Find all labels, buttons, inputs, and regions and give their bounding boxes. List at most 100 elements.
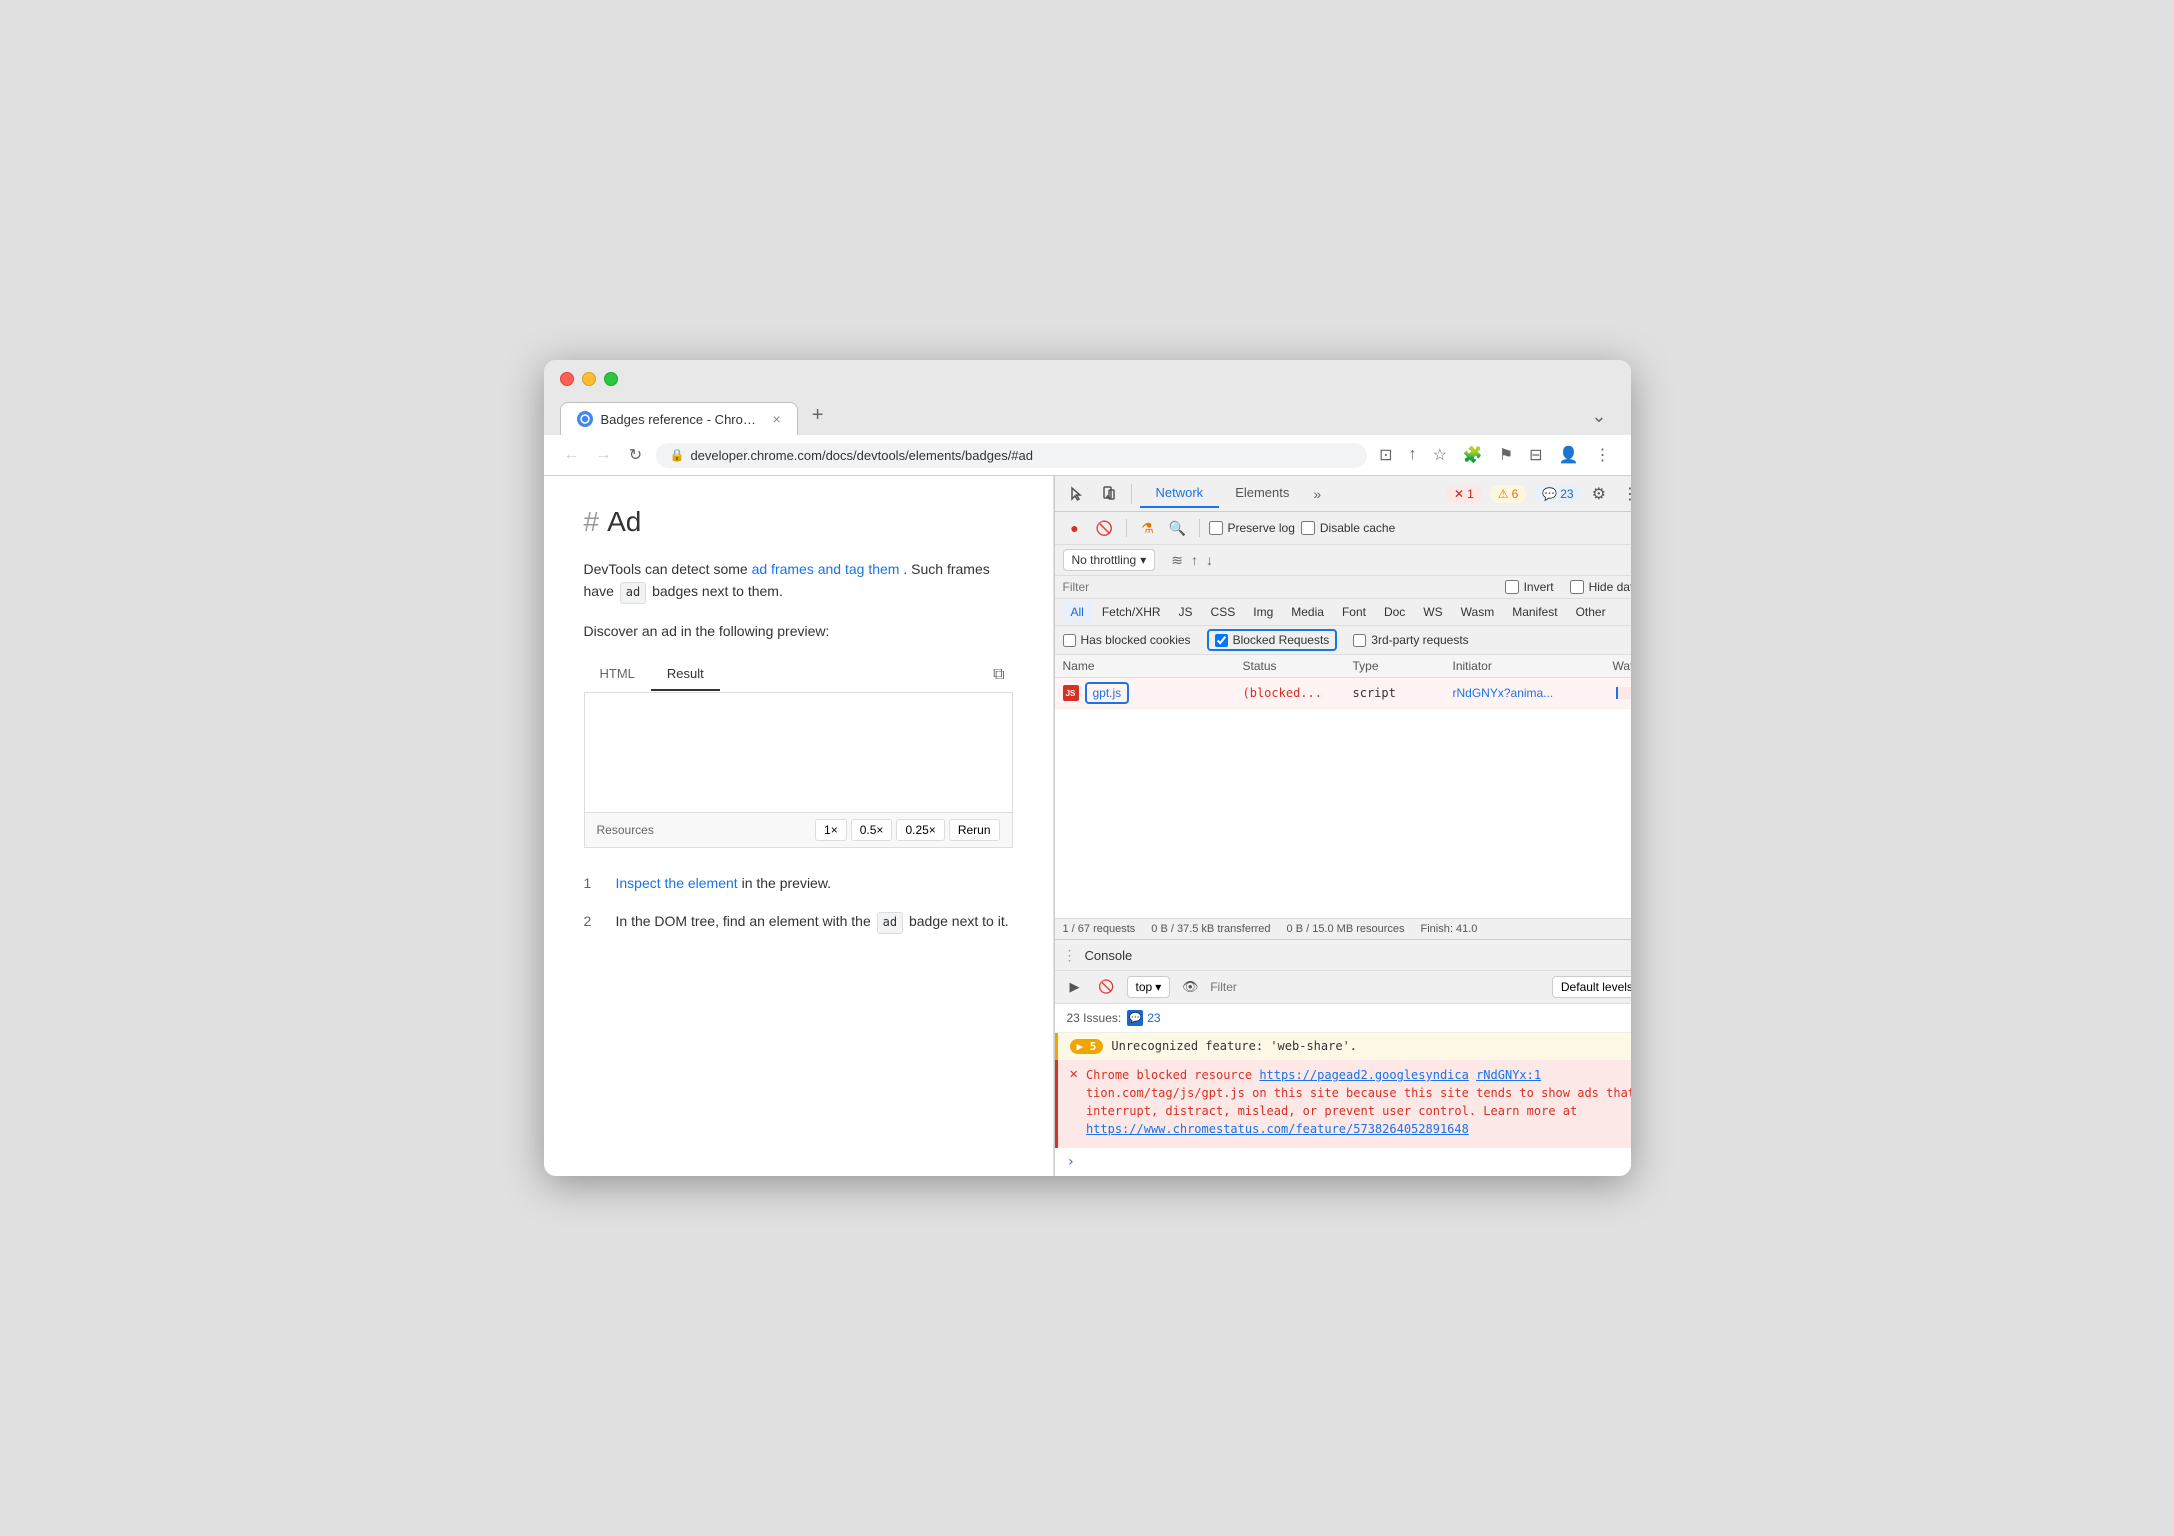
upload-icon[interactable]: ↑ (1189, 550, 1200, 570)
type-filter-all[interactable]: All (1063, 602, 1092, 622)
download-icon[interactable]: ↓ (1204, 550, 1215, 570)
maximize-traffic-light[interactable] (604, 372, 618, 386)
cursor-tool-button[interactable] (1063, 480, 1091, 508)
has-blocked-cookies-label[interactable]: Has blocked cookies (1063, 633, 1191, 647)
share-icon[interactable]: ↑ (1405, 442, 1421, 468)
type-filter-font[interactable]: Font (1334, 602, 1374, 622)
hide-data-urls-checkbox[interactable] (1570, 580, 1584, 594)
cast-icon[interactable]: ⊡ (1375, 441, 1396, 469)
preview-tab-html[interactable]: HTML (584, 658, 651, 691)
has-blocked-cookies-checkbox[interactable] (1063, 634, 1076, 647)
error-badge[interactable]: ✕ 1 (1446, 485, 1482, 503)
blocked-requests-checkbox[interactable] (1215, 634, 1228, 647)
address-input[interactable]: 🔒 developer.chrome.com/docs/devtools/ele… (656, 443, 1368, 468)
resources-1x-button[interactable]: 1× (815, 819, 847, 841)
levels-label: Default levels (1561, 980, 1631, 994)
error-link2[interactable]: rNdGNYx:1 (1476, 1068, 1541, 1082)
forward-button[interactable]: → (592, 443, 616, 467)
cell-name[interactable]: JS gpt.js (1063, 682, 1243, 704)
back-button[interactable]: ← (560, 443, 584, 467)
account-icon[interactable]: 👤 (1555, 441, 1583, 469)
console-filter-input[interactable] (1210, 980, 1544, 994)
tab-menu-button[interactable]: ⌄ (1583, 398, 1614, 435)
bookmark-icon[interactable]: ☆ (1429, 441, 1451, 469)
warning-count: 6 (1512, 487, 1519, 501)
preserve-log-text: Preserve log (1228, 521, 1295, 535)
invert-label[interactable]: Invert (1505, 580, 1554, 594)
third-party-requests-label[interactable]: 3rd-party requests (1353, 633, 1468, 647)
preview-copy-icon[interactable]: ⧉ (985, 658, 1012, 692)
col-header-status[interactable]: Status (1243, 659, 1353, 673)
console-clear-button[interactable]: 🚫 (1095, 975, 1119, 999)
profile-icon[interactable]: ⚑ (1495, 441, 1517, 469)
search-button[interactable]: 🔍 (1166, 516, 1190, 540)
devtools-tab-network[interactable]: Network (1140, 479, 1220, 508)
issues-badge[interactable]: 💬 23 (1127, 1010, 1160, 1026)
filter-toggle-button[interactable]: ⚗ (1136, 516, 1160, 540)
page-heading: # Ad (584, 506, 1013, 538)
type-filter-css[interactable]: CSS (1203, 602, 1244, 622)
type-filter-wasm[interactable]: Wasm (1453, 602, 1503, 622)
col-header-initiator[interactable]: Initiator (1453, 659, 1613, 673)
info-count: 23 (1560, 487, 1573, 501)
hide-data-urls-label[interactable]: Hide data URLs (1570, 580, 1631, 594)
console-execute-button[interactable]: ▶ (1063, 975, 1087, 999)
type-filter-fetch[interactable]: Fetch/XHR (1094, 602, 1169, 622)
console-levels-dropdown[interactable]: Default levels ▾ (1552, 976, 1631, 998)
para1-link1[interactable]: ad frames and tag them (752, 561, 900, 577)
extensions-icon[interactable]: 🧩 (1459, 441, 1487, 469)
split-icon[interactable]: ⊟ (1525, 441, 1546, 469)
status-requests: 1 / 67 requests (1063, 923, 1136, 935)
tab-close-button[interactable]: × (773, 411, 781, 427)
preserve-log-label[interactable]: Preserve log (1209, 521, 1295, 535)
device-tool-button[interactable] (1095, 480, 1123, 508)
minimize-traffic-light[interactable] (582, 372, 596, 386)
wifi-icon[interactable]: ≋ (1169, 550, 1185, 571)
disable-cache-label[interactable]: Disable cache (1301, 521, 1395, 535)
tab-bar: Badges reference - Chrome De × + ⌄ (560, 396, 1615, 435)
invert-checkbox[interactable] (1505, 580, 1519, 594)
type-filter-img[interactable]: Img (1245, 602, 1281, 622)
record-button[interactable]: ● (1063, 516, 1087, 540)
warning-badge[interactable]: ⚠ 6 (1490, 485, 1526, 503)
resources-rerun-button[interactable]: Rerun (949, 819, 1000, 841)
new-tab-button[interactable]: + (800, 396, 836, 435)
type-filter-js[interactable]: JS (1171, 602, 1201, 622)
step-1-link[interactable]: Inspect the element (616, 875, 738, 891)
third-party-checkbox[interactable] (1353, 634, 1366, 647)
menu-icon[interactable]: ⋮ (1591, 441, 1615, 469)
type-filter-other[interactable]: Other (1568, 602, 1614, 622)
disable-cache-checkbox[interactable] (1301, 521, 1315, 535)
error-link1[interactable]: https://pagead2.googlesyndica (1259, 1068, 1469, 1082)
reload-button[interactable]: ↻ (624, 443, 648, 467)
col-header-type[interactable]: Type (1353, 659, 1453, 673)
console-eye-button[interactable]: 👁 (1178, 975, 1202, 999)
clear-button[interactable]: 🚫 (1093, 516, 1117, 540)
devtools-settings-button[interactable]: ⚙ (1586, 480, 1612, 508)
filter-input[interactable] (1063, 580, 1263, 594)
resources-0_5x-button[interactable]: 0.5× (851, 819, 893, 841)
col-header-name[interactable]: Name (1063, 659, 1243, 673)
resources-0_25x-button[interactable]: 0.25× (896, 819, 944, 841)
close-traffic-light[interactable] (560, 372, 574, 386)
col-header-waterfall[interactable]: Waterfall ▲ (1613, 659, 1631, 673)
devtools-tab-elements[interactable]: Elements (1219, 479, 1305, 508)
preview-tab-result[interactable]: Result (651, 658, 720, 691)
console-prompt[interactable]: › (1055, 1148, 1631, 1176)
blocked-requests-label[interactable]: Blocked Requests (1207, 629, 1338, 651)
preserve-log-checkbox[interactable] (1209, 521, 1223, 535)
devtools-more-button[interactable]: ⋮ (1616, 480, 1631, 508)
cell-initiator[interactable]: rNdGNYx?anima... (1453, 686, 1613, 700)
table-row[interactable]: JS gpt.js (blocked... script rNdGNYx?ani… (1055, 678, 1631, 709)
type-filter-ws[interactable]: WS (1415, 602, 1450, 622)
error-link3[interactable]: https://www.chromestatus.com/feature/573… (1086, 1122, 1469, 1136)
type-filter-doc[interactable]: Doc (1376, 602, 1413, 622)
console-context-dropdown[interactable]: top ▾ (1127, 976, 1171, 998)
console-drag-handle[interactable]: ⋮ (1063, 947, 1077, 964)
type-filter-manifest[interactable]: Manifest (1504, 602, 1565, 622)
throttle-dropdown[interactable]: No throttling ▾ (1063, 549, 1156, 571)
devtools-more-tabs[interactable]: » (1305, 482, 1329, 506)
info-badge[interactable]: 💬 23 (1534, 485, 1581, 503)
type-filter-media[interactable]: Media (1283, 602, 1332, 622)
active-tab[interactable]: Badges reference - Chrome De × (560, 402, 798, 435)
